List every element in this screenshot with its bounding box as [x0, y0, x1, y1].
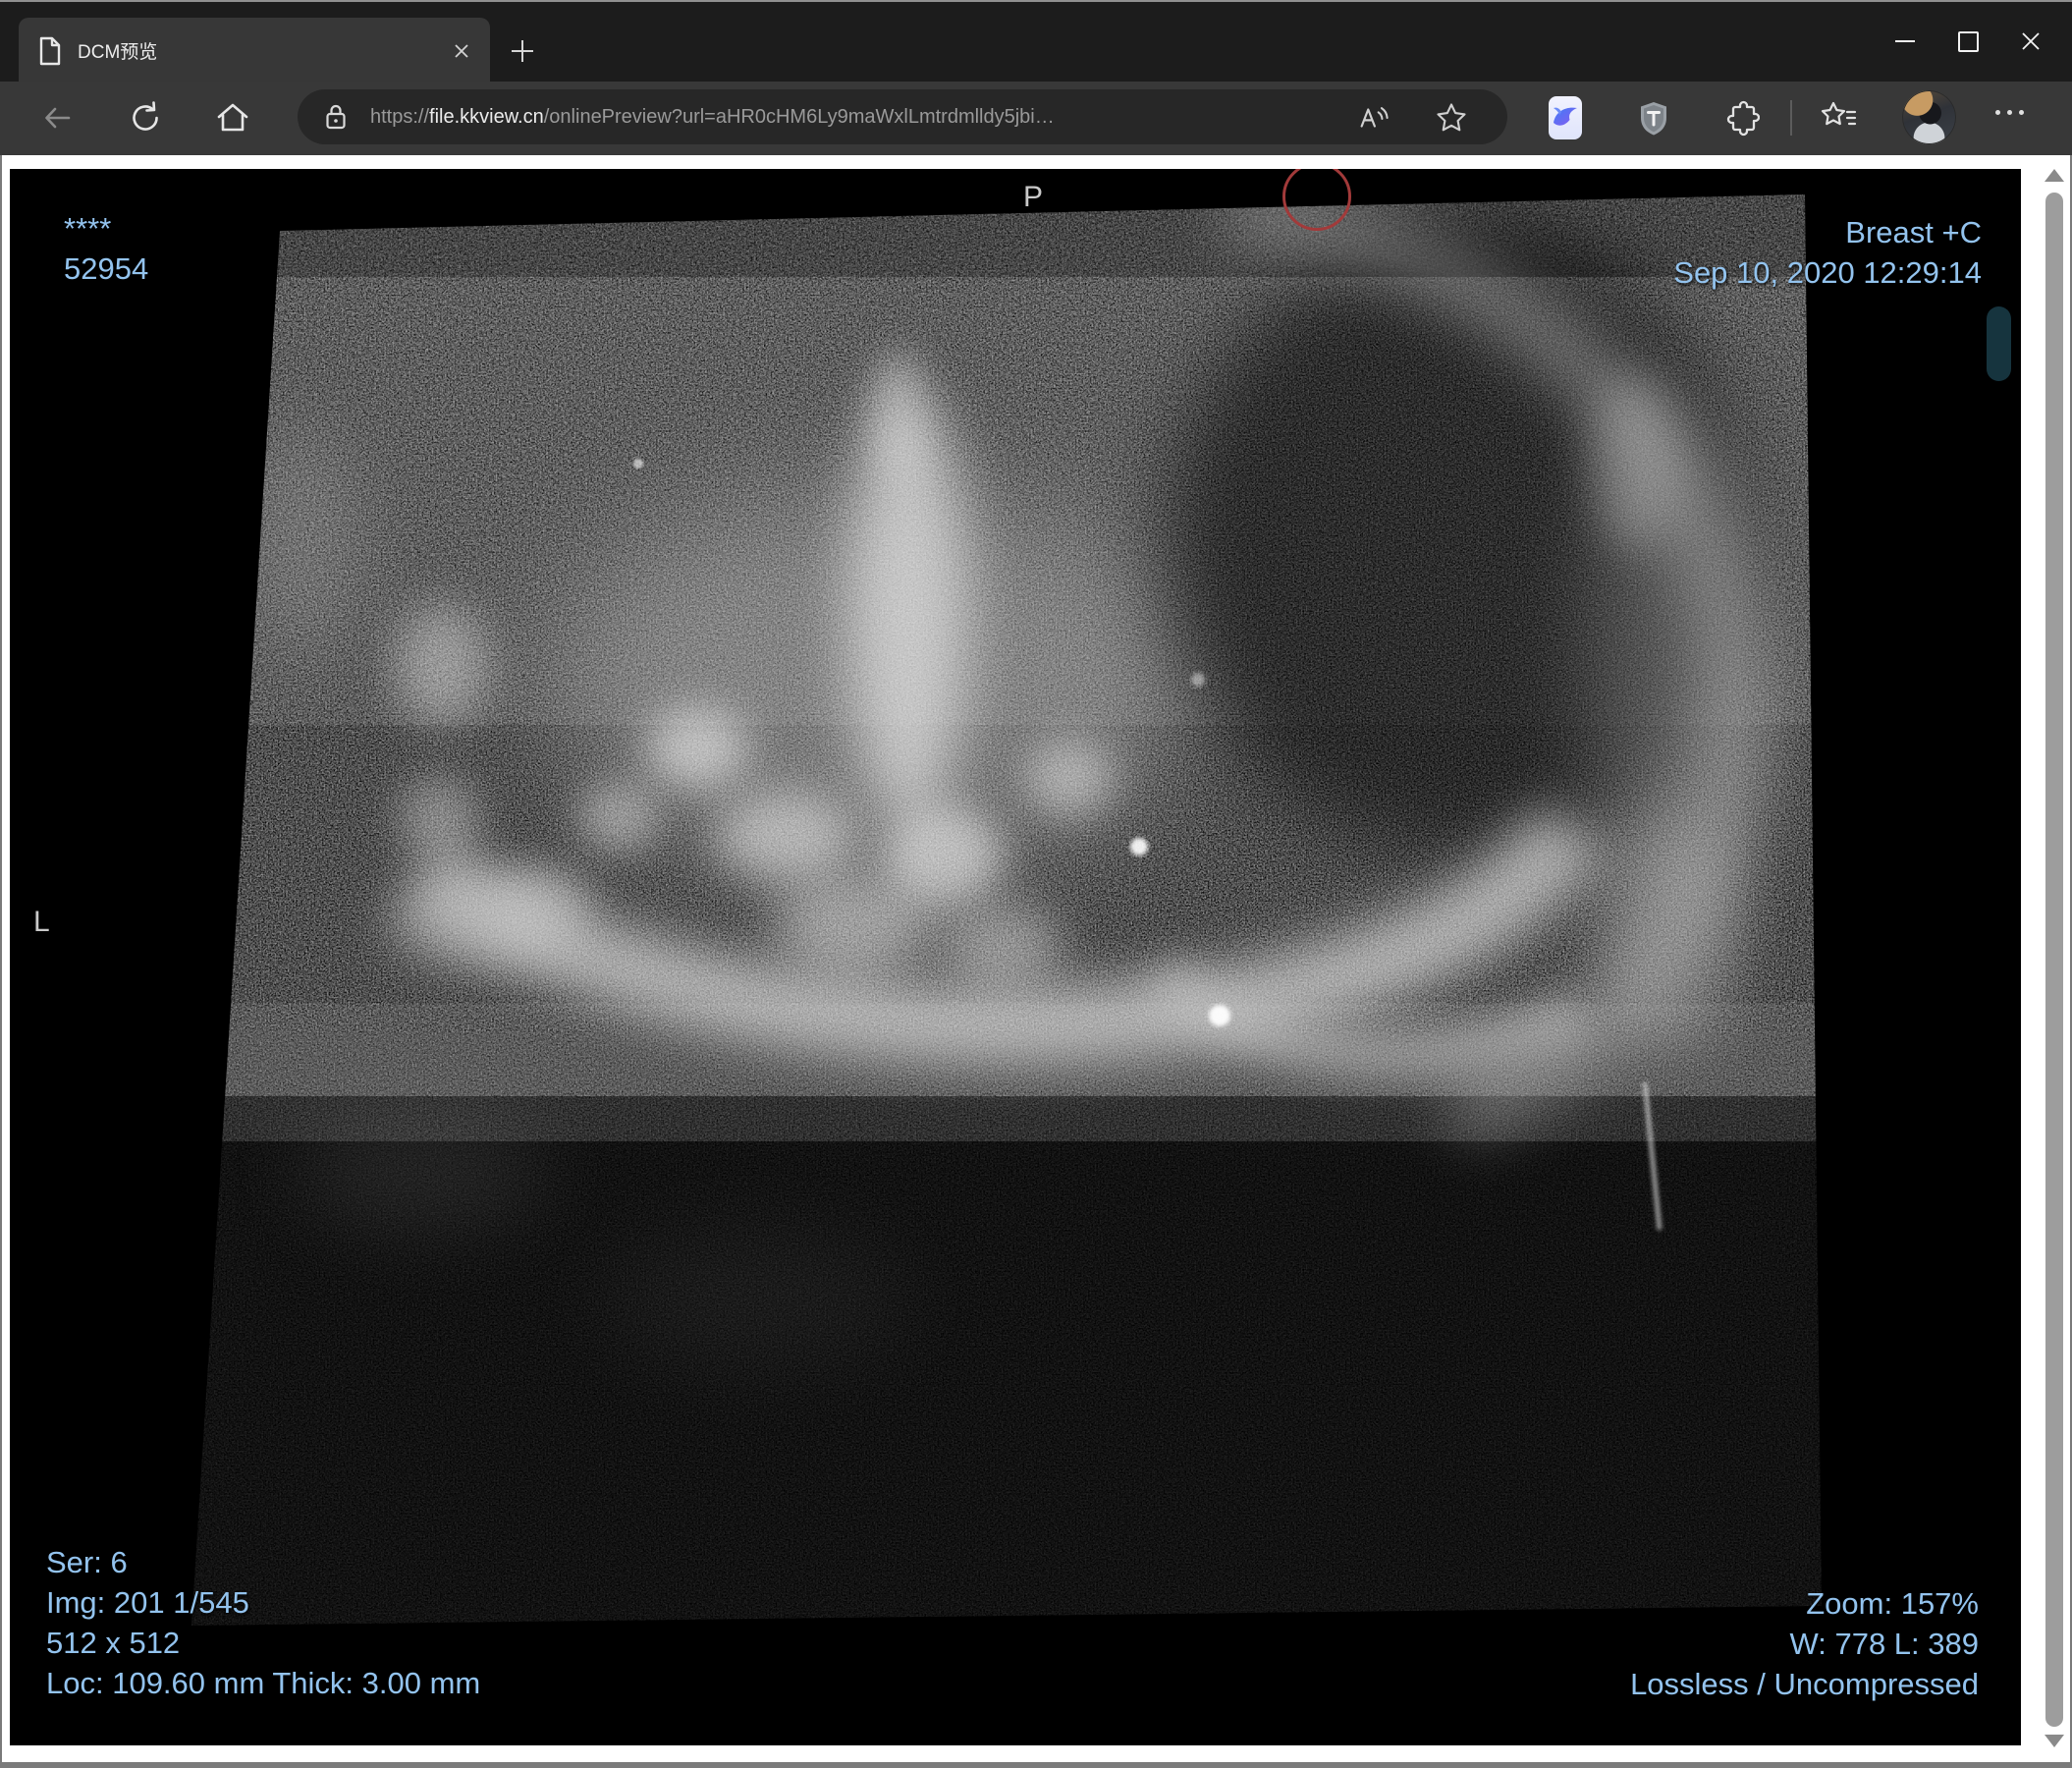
- maximize-button[interactable]: [1936, 16, 1999, 67]
- read-aloud-button[interactable]: [1356, 101, 1390, 135]
- home-button[interactable]: [213, 98, 252, 138]
- study-datetime: Sep 10, 2020 12:29:14: [1673, 255, 1982, 290]
- home-icon: [217, 103, 248, 132]
- back-button[interactable]: [37, 98, 77, 138]
- overlay-bottom-right: Zoom: 157% W: 778 L: 389 Lossless / Unco…: [1630, 1583, 1979, 1704]
- favorite-star-button[interactable]: [1435, 101, 1468, 135]
- favorites-hub-icon: [1821, 101, 1857, 126]
- slice-location: Loc: 109.60 mm Thick: 3.00 mm: [46, 1666, 481, 1700]
- scrollbar-down-arrow-icon[interactable]: [2045, 1735, 2064, 1747]
- page-content: **** 52954 Breast +C Sep 10, 2020 12:29:…: [0, 155, 2072, 1768]
- page-scrollbar[interactable]: [2041, 155, 2070, 1762]
- tab-title: DCM预览: [78, 42, 158, 63]
- window-close-button[interactable]: [1999, 16, 2062, 67]
- url-text[interactable]: https://file.kkview.cn/onlinePreview?url…: [370, 106, 1055, 129]
- overlay-top-left: **** 52954: [64, 208, 148, 289]
- toolbar-divider: [1790, 100, 1792, 136]
- more-options-button[interactable]: [1995, 110, 2024, 115]
- bird-extension-button[interactable]: [1549, 96, 1582, 139]
- maximize-icon: [1957, 30, 1979, 52]
- plus-icon: [510, 38, 535, 64]
- ellipsis-icon: [1995, 110, 2000, 115]
- study-description: Breast +C: [1845, 215, 1982, 249]
- document-icon: [38, 36, 62, 66]
- ellipsis-icon: [2007, 110, 2012, 115]
- image-matrix: 512 x 512: [46, 1626, 181, 1660]
- shield-extension-button[interactable]: [1636, 99, 1671, 138]
- extensions-menu-button[interactable]: [1722, 99, 1760, 137]
- refresh-button[interactable]: [126, 98, 165, 138]
- overlay-top-right: Breast +C Sep 10, 2020 12:29:14: [1673, 212, 1982, 293]
- minimize-button[interactable]: [1874, 16, 1936, 67]
- ellipsis-icon: [2019, 110, 2024, 115]
- reload-icon: [133, 101, 158, 131]
- close-icon: [2020, 30, 2042, 52]
- compression-info: Lossless / Uncompressed: [1630, 1667, 1979, 1701]
- minimize-icon: [1895, 40, 1915, 42]
- browser-tab[interactable]: DCM预览: [19, 18, 490, 83]
- orientation-marker-left: L: [33, 906, 50, 938]
- mri-image: [10, 169, 2021, 1745]
- profile-avatar[interactable]: [1902, 90, 1956, 144]
- browser-window: DCM预览 https://file.kkview.cn/onlinePrevi…: [0, 0, 2072, 1768]
- address-bar[interactable]: https://file.kkview.cn/onlinePreview?url…: [298, 89, 1507, 144]
- lock-icon[interactable]: [323, 102, 349, 132]
- shield-t-extension-icon: [1641, 102, 1666, 136]
- bird-extension-icon: [1554, 107, 1577, 126]
- puzzle-icon: [1726, 100, 1760, 137]
- collections-button[interactable]: [1819, 99, 1858, 137]
- dicom-viewer-canvas[interactable]: **** 52954 Breast +C Sep 10, 2020 12:29:…: [10, 169, 2021, 1745]
- url-path: /onlinePreview?url=aHR0cHM6Ly9maWxlLmtrd…: [543, 105, 1055, 128]
- overlay-bottom-left: Ser: 6 Img: 201 1/545 512 x 512 Loc: 109…: [46, 1542, 480, 1703]
- arrow-left-icon: [45, 107, 71, 129]
- window-controls: [1874, 16, 2062, 67]
- tab-close-icon[interactable]: [449, 38, 474, 64]
- orientation-marker-posterior: P: [1023, 181, 1044, 213]
- slice-position-indicator[interactable]: [1987, 306, 2011, 381]
- url-scheme: https://: [370, 105, 430, 128]
- star-icon: [1437, 103, 1466, 132]
- tab-strip: DCM预览: [0, 0, 2072, 83]
- image-number: Img: 201 1/545: [46, 1585, 249, 1620]
- zoom-level: Zoom: 157%: [1806, 1586, 1979, 1621]
- new-tab-button[interactable]: [505, 33, 540, 69]
- scrollbar-up-arrow-icon[interactable]: [2045, 169, 2064, 182]
- read-aloud-icon: [1360, 107, 1389, 128]
- masked-name: ****: [64, 211, 112, 246]
- id-number: 52954: [64, 251, 149, 286]
- scrollbar-thumb[interactable]: [2045, 193, 2063, 1727]
- url-host: file.kkview.cn: [429, 105, 544, 128]
- window-level: W: 778 L: 389: [1789, 1627, 1979, 1661]
- series-number: Ser: 6: [46, 1545, 128, 1579]
